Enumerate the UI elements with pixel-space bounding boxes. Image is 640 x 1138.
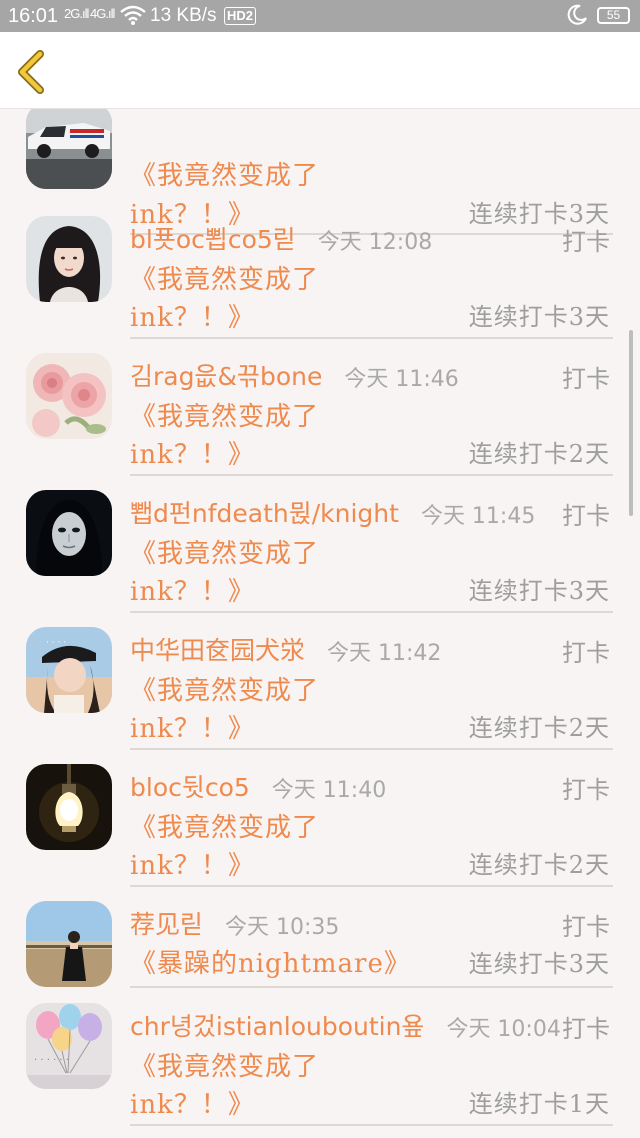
checkin-time: 今天 11:40 (271, 778, 387, 803)
book-title-continued[interactable]: ink？！》 (130, 1084, 255, 1121)
user-name[interactable]: 뾉d펀nfdeath뮍/knight (130, 494, 399, 530)
checkin-time: 今天 11:42 (327, 641, 442, 666)
user-avatar[interactable] (26, 216, 112, 302)
checkin-item[interactable]: 뾉d펀nfdeath뮍/knight 今天 11:45 打卡《我竟然变成了 ink？！… (0, 490, 640, 627)
checkin-label: 打卡 (562, 639, 610, 667)
checkin-label: 打卡 (562, 1015, 610, 1043)
moon-icon (566, 3, 588, 31)
checkin-item[interactable]: · · · · 中华田奁园犬泶 今天 11:42 打卡《我竟然变成了 ink？！》 连续… (0, 627, 640, 764)
checkin-time: 今天 10:04 (446, 1017, 561, 1042)
checkin-label: 打卡 (562, 913, 610, 941)
checkin-label: 打卡 (562, 502, 610, 530)
row-divider (130, 611, 613, 613)
network-speed: 13 KB/s (150, 5, 217, 26)
svg-text:· · · · · ·: · · · · · · (34, 1055, 69, 1066)
row-divider (130, 885, 613, 887)
user-name[interactable]: 김rag읎&끆bone (130, 357, 322, 393)
user-avatar[interactable]: · · · · (26, 627, 112, 713)
user-name[interactable]: 中华田奁园犬泶 (130, 631, 305, 667)
svg-text:· · · ·: · · · · (46, 638, 66, 648)
user-avatar[interactable] (26, 353, 112, 439)
row-divider (130, 748, 613, 750)
user-name[interactable]: 荐见릳 (130, 905, 203, 941)
checkin-label: 打卡 (562, 776, 610, 804)
battery-indicator: 55 (597, 7, 630, 24)
book-title[interactable]: 《我竟然变成了 (130, 155, 319, 192)
row-divider (130, 337, 613, 339)
checkin-item[interactable]: · · · · · · chr녕겄istianlouboutin욮 今天 10:0… (0, 1003, 640, 1138)
user-avatar[interactable]: · · · · · · (26, 1003, 112, 1089)
book-title-continued[interactable]: ink？！》 (130, 297, 255, 334)
user-name[interactable]: bl푯oc뾥co5릳 (130, 220, 296, 256)
user-avatar[interactable] (26, 901, 112, 987)
status-bar: 16:01 2G.ıll 4G.ıll 13 KB/s HD2 55 (0, 0, 640, 32)
checkin-item[interactable]: bl푯oc뾥co5릳 今天 12:08 打卡《我竟然变成了 ink？！》 连续打卡3天 (0, 216, 640, 353)
user-avatar[interactable] (26, 764, 112, 850)
book-title[interactable]: 《我竟然变成了 (130, 807, 319, 844)
book-title[interactable]: 《我竟然变成了 (130, 1046, 319, 1083)
user-name[interactable]: chr녕겄istianlouboutin욮 (130, 1007, 424, 1043)
hd-badge: HD2 (224, 7, 257, 25)
book-title[interactable]: 《我竟然变成了 (130, 533, 319, 570)
book-title[interactable]: 《我竟然变成了 (130, 259, 319, 296)
scrollbar[interactable] (629, 330, 633, 516)
book-title[interactable]: 《我竟然变成了 (130, 670, 319, 707)
checkin-time: 今天 10:35 (225, 915, 340, 940)
streak-count: 连续打卡2天 (468, 851, 610, 879)
nav-bar (0, 32, 640, 109)
wifi-icon (120, 4, 146, 32)
back-button[interactable] (10, 48, 58, 96)
row-divider (130, 474, 613, 476)
checkin-label: 打卡 (562, 228, 610, 256)
streak-count: 连续打卡3天 (468, 950, 610, 978)
streak-count: 连续打卡3天 (468, 303, 610, 331)
book-title-continued[interactable]: ink？！》 (130, 708, 255, 745)
book-title-continued[interactable]: ink？！》 (130, 434, 255, 471)
checkin-item[interactable]: bloc뒷co5 今天 11:40 打卡《我竟然变成了 ink？！》 连续打卡2天 (0, 764, 640, 901)
checkin-item[interactable]: 荐见릳 今天 10:35 打卡《暴躁的nightmare》 连续打卡3天 (0, 901, 640, 1003)
user-name[interactable]: bloc뒷co5 (130, 768, 250, 804)
book-title[interactable]: 《我竟然变成了 (130, 396, 319, 433)
checkin-time: 今天 12:08 (317, 230, 433, 255)
row-divider (130, 986, 613, 988)
book-title-continued[interactable]: ink？！》 (130, 571, 255, 608)
streak-count: 连续打卡2天 (468, 714, 610, 742)
signal-4g-icon: 4G.ıll (90, 6, 115, 21)
streak-count: 连续打卡3天 (468, 577, 610, 605)
row-divider (130, 1124, 613, 1126)
book-title[interactable]: 《暴躁的nightmare》 (130, 943, 411, 980)
status-time: 16:01 (8, 5, 59, 27)
streak-count: 连续打卡2天 (468, 440, 610, 468)
chevron-left-icon (18, 50, 44, 94)
user-avatar[interactable] (26, 103, 112, 189)
checkin-item[interactable]: 김rag읎&끆bone 今天 11:46 打卡《我竟然变成了 ink？！》 连续打卡2天 (0, 353, 640, 490)
user-avatar[interactable] (26, 490, 112, 576)
book-title-continued[interactable]: ink？！》 (130, 845, 255, 882)
checkin-time: 今天 11:46 (344, 367, 459, 392)
streak-count: 连续打卡1天 (468, 1090, 610, 1118)
signal-2g-icon: 2G.ıll (64, 6, 89, 21)
checkin-list[interactable]: 中华田奁园犬泶打卡《我竟然变成了ink？！》连续打卡3天 bl푯oc뾥co5릳今… (0, 33, 640, 1138)
checkin-time: 今天 11:45 (420, 504, 536, 529)
checkin-label: 打卡 (562, 365, 610, 393)
